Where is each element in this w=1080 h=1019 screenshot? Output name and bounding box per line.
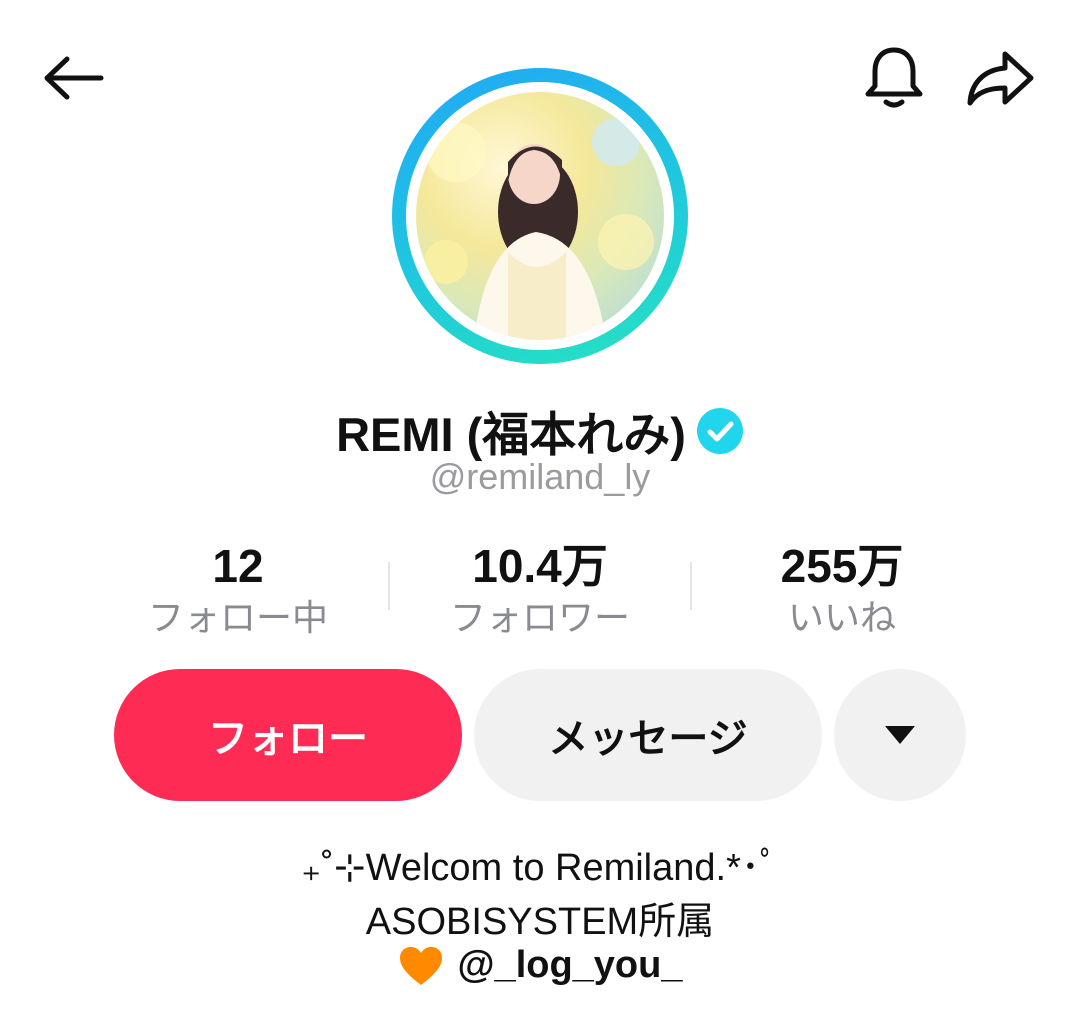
name-row: REMI (福本れみ) <box>0 396 1080 465</box>
stat-followers-value: 10.4万 <box>472 540 608 592</box>
verified-badge-icon <box>696 407 743 454</box>
stat-following-label: フォロー中 <box>147 598 328 639</box>
share-icon <box>967 51 1034 106</box>
stat-likes: 255万 いいね <box>722 538 962 642</box>
bio-line-1: ₊˚⊹Welcom to Remiland.*･ﾟ <box>301 847 779 889</box>
stat-likes-label: いいね <box>787 598 896 639</box>
display-name: REMI (福本れみ) <box>336 408 686 461</box>
share-button[interactable] <box>962 42 1038 114</box>
avatar-image <box>424 118 654 340</box>
back-button[interactable] <box>36 42 108 114</box>
bio-line-2: ASOBISYSTEM所属 <box>365 901 715 943</box>
more-options-button[interactable] <box>834 669 966 801</box>
notification-button[interactable] <box>858 42 930 114</box>
stat-following-value: 12 <box>212 540 264 592</box>
stat-followers-label: フォロワー <box>449 598 630 639</box>
avatar[interactable] <box>416 92 664 340</box>
bell-icon <box>865 47 923 108</box>
stat-following[interactable]: 12 フォロー中 <box>118 538 358 642</box>
message-button[interactable]: メッセージ <box>474 669 822 801</box>
stat-divider <box>388 562 390 610</box>
stat-followers[interactable]: 10.4万 フォロワー <box>420 538 660 642</box>
bio-link[interactable]: @_log_you_ <box>0 944 1080 987</box>
stat-divider <box>690 562 692 610</box>
username-handle: @remiland_ly <box>429 456 651 497</box>
avatar-ring[interactable] <box>392 68 688 364</box>
avatar-frame <box>406 82 674 350</box>
stat-likes-value: 255万 <box>780 540 904 592</box>
back-arrow-icon <box>44 56 104 100</box>
orange-heart-icon <box>399 946 442 985</box>
bio-link-text[interactable]: @_log_you_ <box>458 944 683 987</box>
caret-down-icon <box>885 726 915 744</box>
follow-button[interactable]: フォロー <box>114 669 462 801</box>
